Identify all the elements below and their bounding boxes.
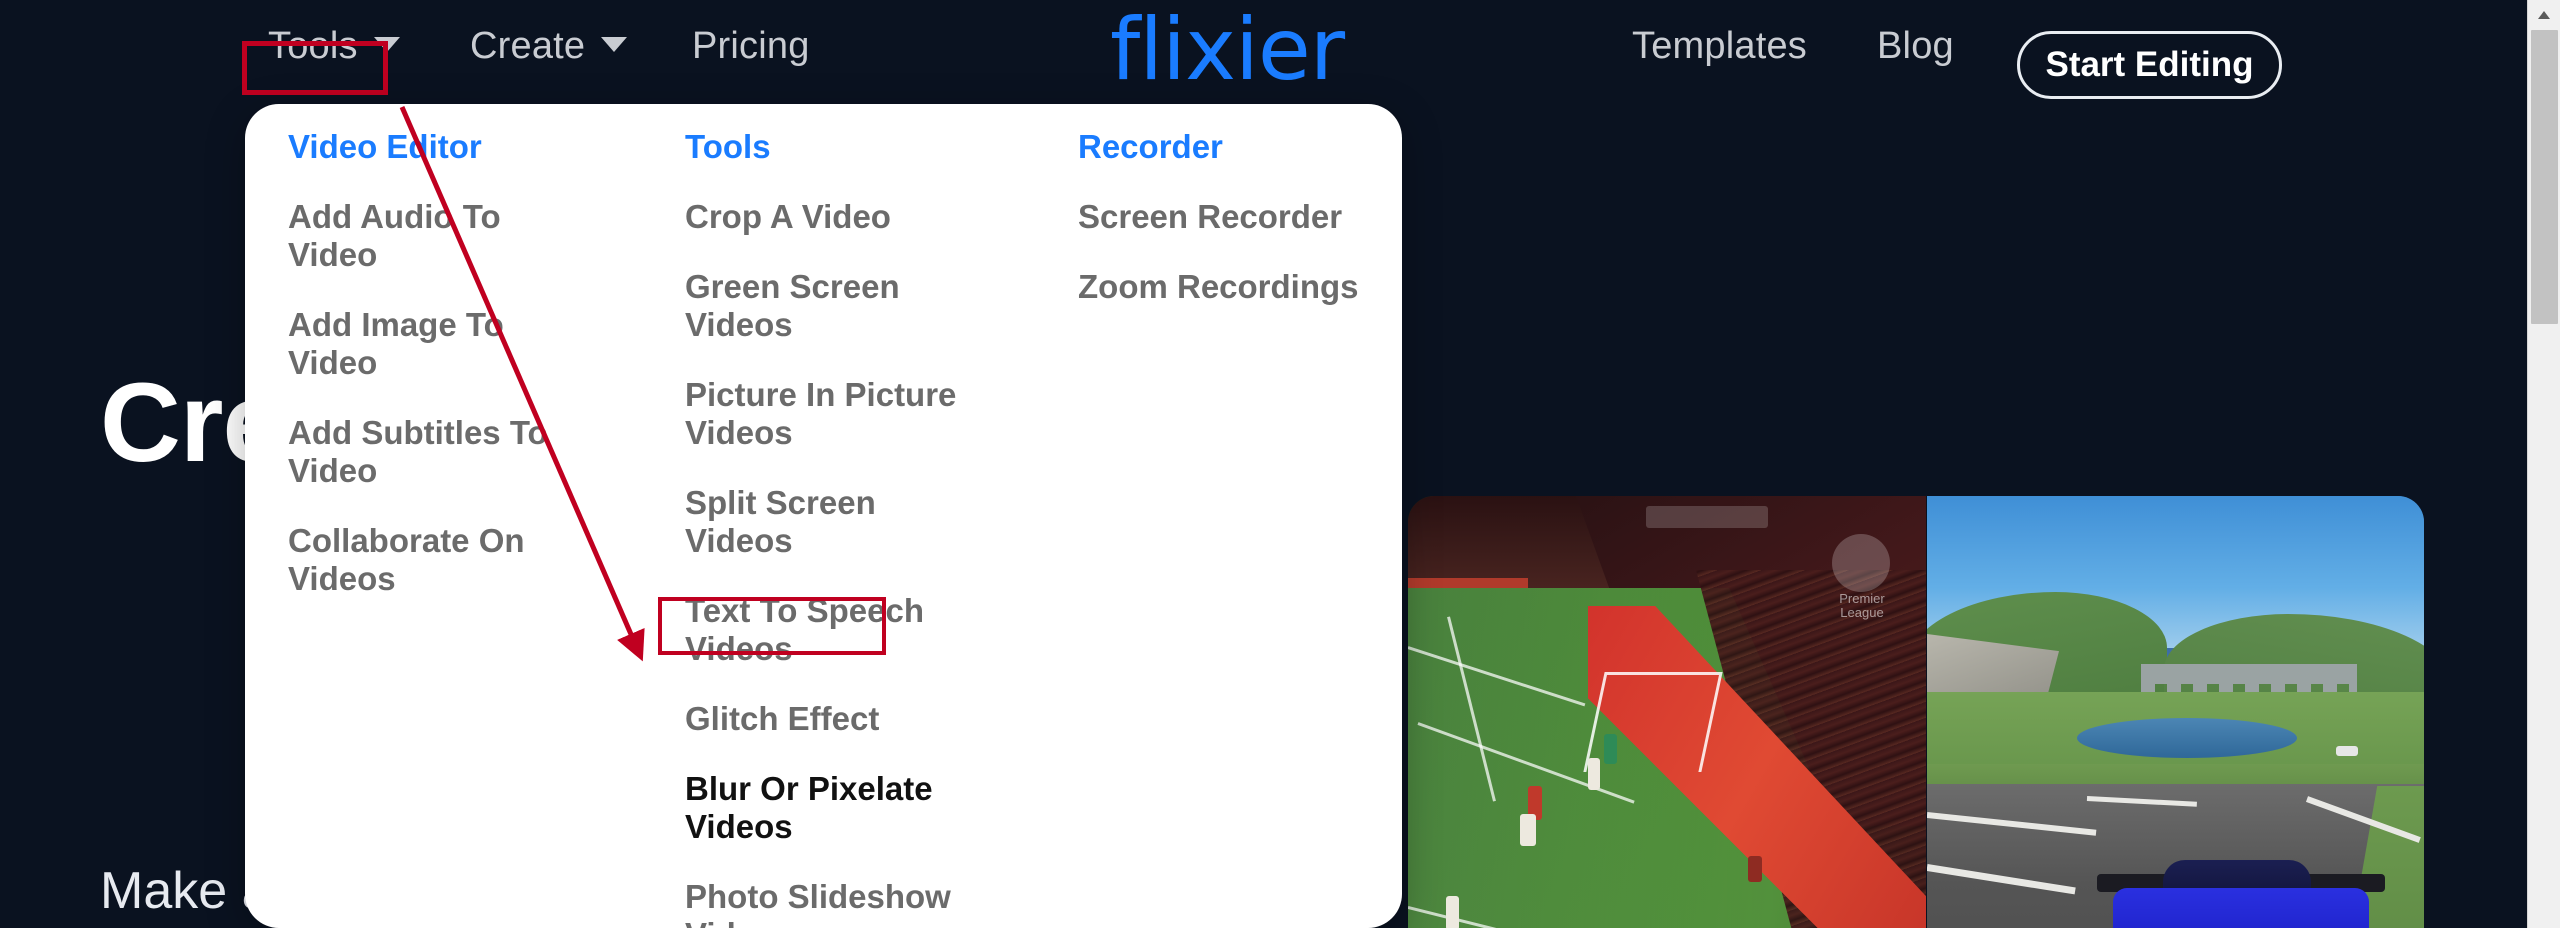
nav-item-create-label: Create bbox=[470, 25, 586, 67]
player-sideline bbox=[1748, 856, 1762, 882]
tools-mega-menu-panel: Video Editor Add Audio To Video Add Imag… bbox=[245, 104, 1402, 928]
player-attacker-2 bbox=[1520, 814, 1536, 846]
menu-item-screen-recorder[interactable]: Screen Recorder bbox=[1078, 198, 1378, 236]
chevron-down-icon bbox=[373, 37, 400, 53]
menu-item-text-to-speech-videos[interactable]: Text To Speech Videos bbox=[685, 592, 985, 668]
nav-item-tools-label: Tools bbox=[268, 25, 358, 67]
nav-item-templates[interactable]: Templates bbox=[1632, 24, 1807, 68]
menu-column-title-tools[interactable]: Tools bbox=[685, 128, 771, 166]
menu-item-crop-a-video[interactable]: Crop A Video bbox=[685, 198, 985, 236]
scrollbar-thumb[interactable] bbox=[2531, 30, 2558, 324]
video-thumbnail-racing[interactable] bbox=[1927, 496, 2424, 928]
nav-item-create[interactable]: Create bbox=[470, 24, 628, 68]
viaduct-deck bbox=[2141, 664, 2357, 684]
scoreboard-overlay bbox=[1646, 506, 1768, 528]
car-body bbox=[2113, 888, 2369, 928]
menu-column-title-recorder[interactable]: Recorder bbox=[1078, 128, 1223, 166]
player-attacker-3 bbox=[1446, 896, 1459, 928]
menu-item-glitch-effect[interactable]: Glitch Effect bbox=[685, 700, 985, 738]
menu-item-zoom-recordings[interactable]: Zoom Recordings bbox=[1078, 268, 1378, 306]
menu-item-photo-slideshow-video[interactable]: Photo Slideshow Video bbox=[685, 878, 985, 928]
menu-item-add-subtitles-to-video[interactable]: Add Subtitles To Video bbox=[288, 414, 588, 490]
chevron-down-icon bbox=[601, 37, 628, 53]
scroll-up-arrow-icon[interactable] bbox=[2528, 0, 2560, 28]
menu-item-green-screen-videos[interactable]: Green Screen Videos bbox=[685, 268, 985, 344]
player-attacker-1 bbox=[1588, 758, 1600, 790]
distant-car bbox=[2336, 746, 2358, 756]
menu-item-split-screen-videos[interactable]: Split Screen Videos bbox=[685, 484, 985, 560]
premier-league-label: Premier League bbox=[1839, 591, 1885, 620]
menu-item-collaborate-on-videos[interactable]: Collaborate On Videos bbox=[288, 522, 588, 598]
top-navigation-bar: Tools Create Pricing flixier Templates B… bbox=[0, 0, 2527, 104]
menu-item-blur-or-pixelate-videos[interactable]: Blur Or Pixelate Videos bbox=[685, 770, 985, 846]
start-editing-button[interactable]: Start Editing bbox=[2017, 31, 2282, 99]
nav-item-blog[interactable]: Blog bbox=[1877, 24, 1954, 68]
menu-column-title-video-editor[interactable]: Video Editor bbox=[288, 128, 482, 166]
nav-item-tools[interactable]: Tools bbox=[268, 24, 400, 68]
menu-list-recorder: Screen Recorder Zoom Recordings bbox=[1078, 198, 1378, 338]
flixier-logo[interactable]: flixier bbox=[1110, 2, 1345, 98]
browser-scrollbar[interactable] bbox=[2527, 0, 2560, 928]
player-goalkeeper bbox=[1604, 734, 1617, 764]
menu-list-video-editor: Add Audio To Video Add Image To Video Ad… bbox=[288, 198, 668, 630]
video-thumbnail-football[interactable]: Premier League bbox=[1408, 496, 1926, 928]
nav-item-pricing[interactable]: Pricing bbox=[692, 24, 810, 68]
premier-league-logo-icon bbox=[1832, 534, 1890, 592]
lake bbox=[2077, 718, 2297, 758]
menu-item-picture-in-picture-videos[interactable]: Picture In Picture Videos bbox=[685, 376, 985, 452]
menu-item-add-image-to-video[interactable]: Add Image To Video bbox=[288, 306, 588, 382]
menu-item-add-audio-to-video[interactable]: Add Audio To Video bbox=[288, 198, 588, 274]
page-root: Cre wit edi Make a in real-t fastest c bbox=[0, 0, 2560, 928]
menu-list-tools: Crop A Video Green Screen Videos Picture… bbox=[685, 198, 1065, 928]
